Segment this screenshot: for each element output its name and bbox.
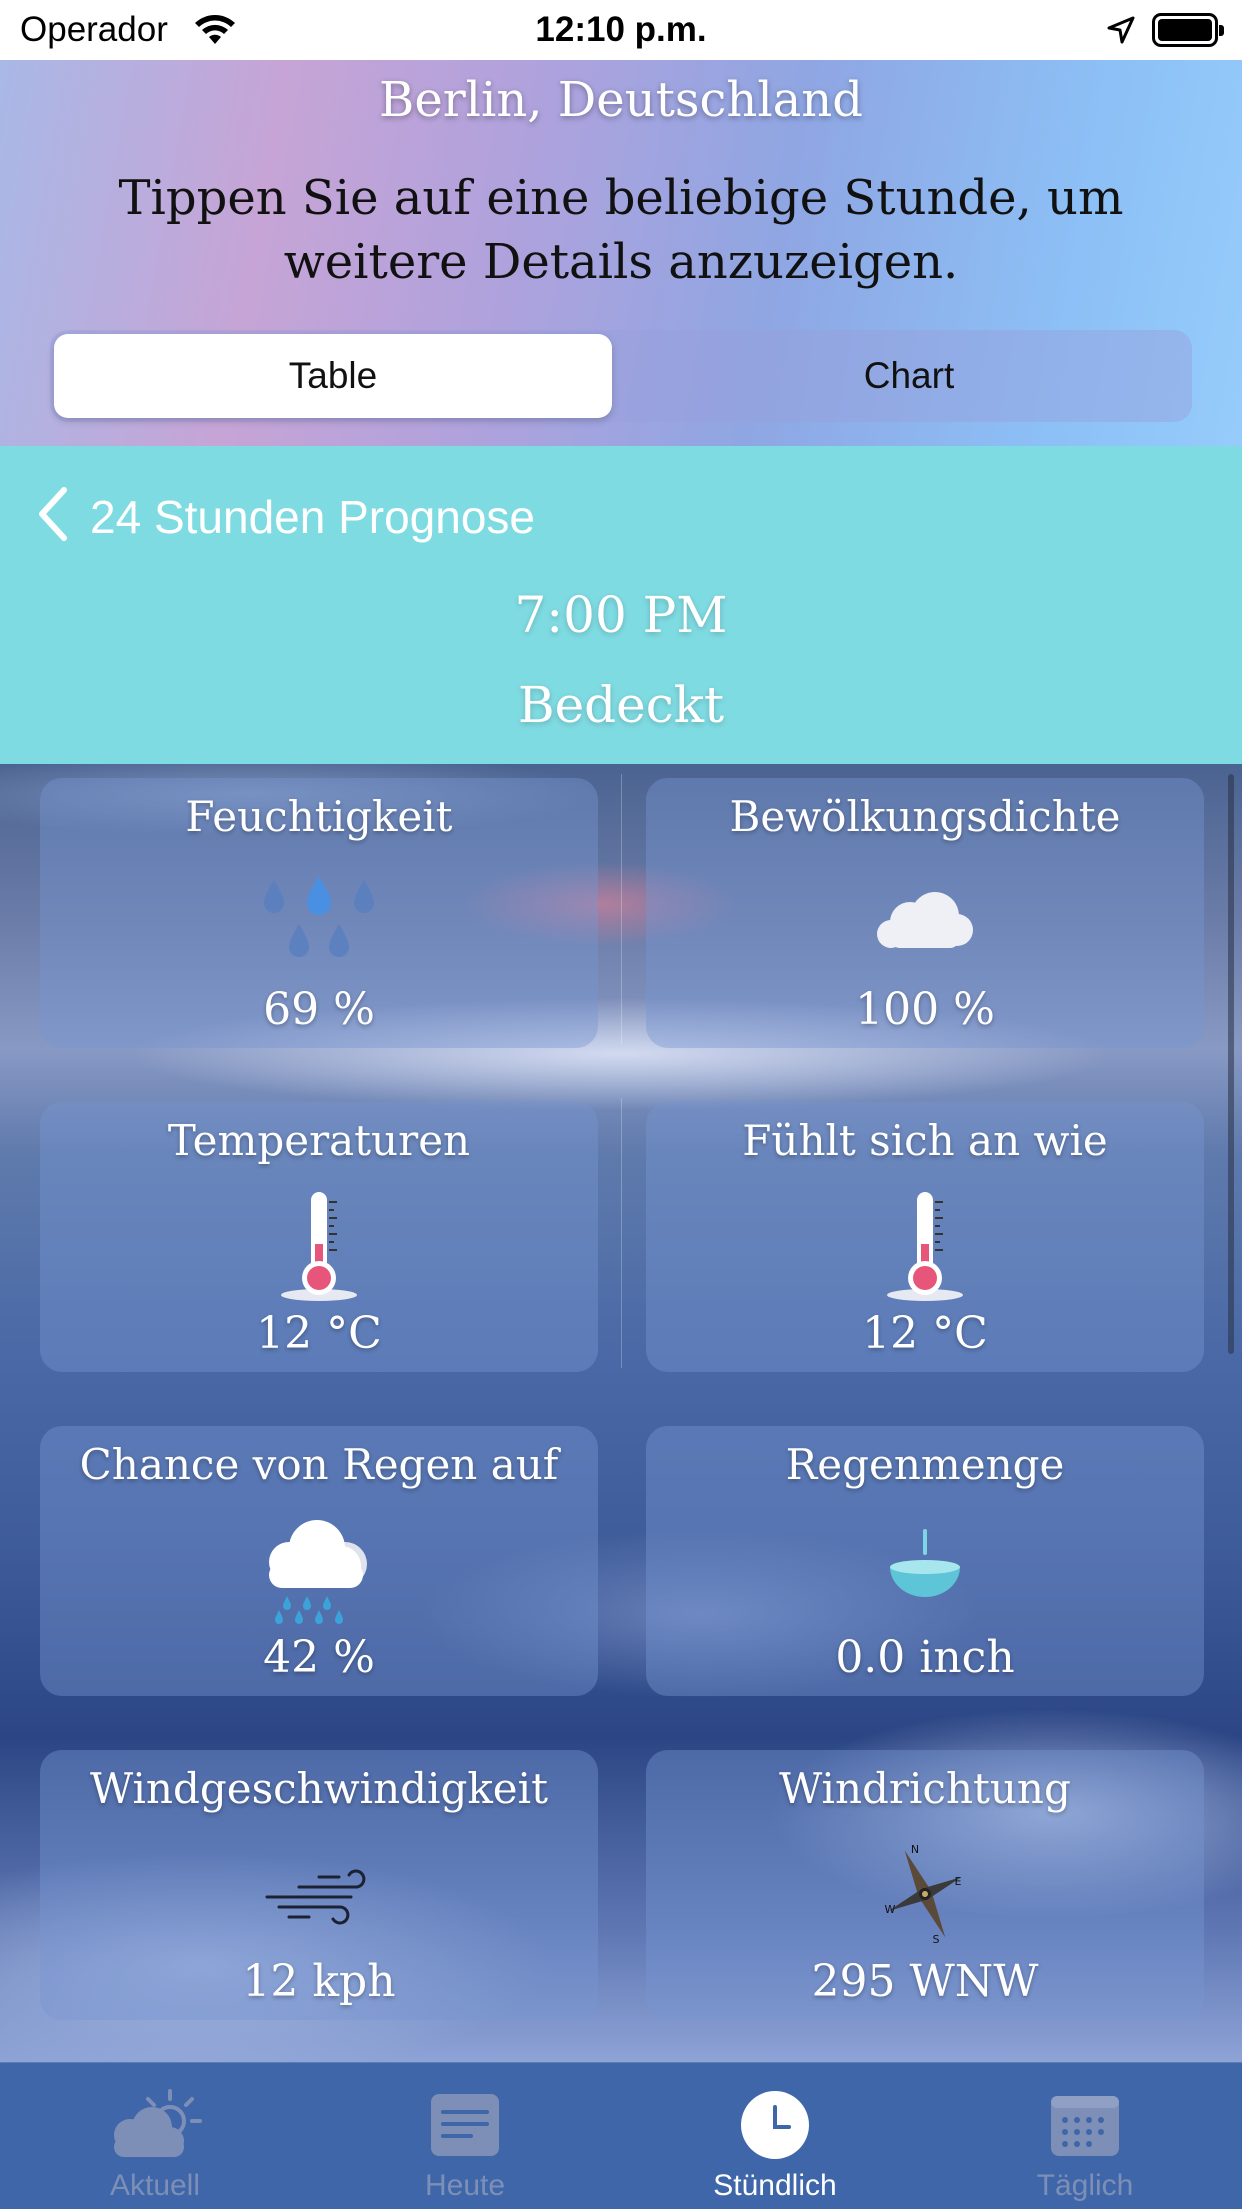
cloud-icon	[646, 862, 1204, 982]
hour-summary: 24 Stunden Prognose 7:00 PM Bedeckt	[0, 446, 1242, 764]
rain-gauge-icon	[646, 1510, 1204, 1630]
feels-like-card: Fühlt sich an wie 12 °C	[646, 1102, 1204, 1372]
wind-direction-card: Windrichtung N S E W 295 WNW	[646, 1750, 1204, 2020]
card-value: 12 °C	[256, 1308, 382, 1359]
card-title: Bewölkungsdichte	[729, 792, 1121, 841]
chevron-left-icon	[36, 486, 70, 547]
tab-taeglich[interactable]: Täglich	[930, 2063, 1240, 2209]
column-divider	[621, 774, 622, 1044]
rain-amount-card: Regenmenge 0.0 inch	[646, 1426, 1204, 1696]
condition-text: Bedeckt	[517, 676, 725, 734]
svg-text:W: W	[885, 1903, 896, 1916]
clock-icon	[620, 2085, 930, 2165]
card-value: 100 %	[855, 984, 995, 1035]
battery-icon	[1152, 13, 1224, 47]
tab-label: Täglich	[1036, 2169, 1134, 2202]
clock-time: 12:10 p.m.	[535, 10, 707, 49]
wind-speed-card: Windgeschwindigkeit 12 kph	[40, 1750, 598, 2020]
rain-cloud-icon	[40, 1510, 598, 1630]
calendar-icon	[930, 2085, 1240, 2165]
card-title: Feuchtigkeit	[185, 792, 453, 841]
tab-label: Aktuell	[109, 2169, 201, 2202]
card-title: Regenmenge	[785, 1440, 1065, 1489]
card-value: 12 °C	[862, 1308, 988, 1359]
hint-text: Tippen Sie auf eine beliebige Stunde, um…	[118, 170, 1124, 290]
partly-cloudy-icon	[0, 2085, 310, 2165]
wind-icon	[40, 1834, 598, 1954]
location-header: Berlin, Deutschland Tippen Sie auf eine …	[0, 60, 1242, 446]
thermometer-icon	[646, 1186, 1204, 1306]
tab-label: Stündlich	[713, 2169, 837, 2202]
back-button[interactable]: 24 Stunden Prognose	[36, 486, 535, 547]
raindrops-icon	[40, 862, 598, 982]
tab-label: Heute	[424, 2169, 506, 2202]
view-segmented-control: Table Chart	[50, 330, 1192, 422]
card-value: 69 %	[263, 984, 375, 1035]
card-title: Windgeschwindigkeit	[90, 1764, 548, 1813]
svg-text:S: S	[933, 1933, 940, 1946]
tab-heute[interactable]: Heute	[310, 2063, 620, 2209]
card-value: 42 %	[263, 1632, 375, 1683]
compass-icon: N S E W	[646, 1834, 1204, 1954]
column-divider	[621, 1098, 622, 1368]
location-arrow-icon	[1106, 14, 1136, 54]
tab-stuendlich[interactable]: Stündlich	[620, 2063, 930, 2209]
status-bar: Operador 12:10 p.m.	[0, 0, 1242, 60]
segment-table[interactable]: Table	[54, 334, 612, 418]
thermometer-icon	[40, 1186, 598, 1306]
selected-hour: 7:00 PM	[514, 586, 728, 644]
card-value: 295 WNW	[811, 1956, 1039, 2007]
document-icon	[310, 2085, 620, 2165]
card-title: Fühlt sich an wie	[742, 1116, 1108, 1165]
cloud-cover-card: Bewölkungsdichte 100 %	[646, 778, 1204, 1048]
segment-chart[interactable]: Chart	[630, 334, 1188, 418]
details-grid[interactable]: Feuchtigkeit 69 % Bewölkungsdichte 100 %…	[0, 764, 1242, 2062]
card-title: Temperaturen	[167, 1116, 471, 1165]
rain-chance-card: Chance von Regen auf 42 %	[40, 1426, 598, 1696]
svg-text:E: E	[955, 1875, 962, 1888]
card-value: 0.0 inch	[835, 1632, 1015, 1683]
svg-text:N: N	[911, 1843, 919, 1856]
tab-bar: Aktuell Heute Stündlich Täglich	[0, 2062, 1242, 2209]
scrollbar[interactable]	[1228, 774, 1234, 1354]
location-title: Berlin, Deutschland	[379, 72, 863, 128]
card-title: Windrichtung	[779, 1764, 1071, 1813]
temperature-card: Temperaturen 12 °C	[40, 1102, 598, 1372]
humidity-card: Feuchtigkeit 69 %	[40, 778, 598, 1048]
card-value: 12 kph	[242, 1956, 396, 2007]
back-label: 24 Stunden Prognose	[90, 490, 536, 543]
card-title: Chance von Regen auf	[79, 1440, 559, 1489]
tab-aktuell[interactable]: Aktuell	[0, 2063, 310, 2209]
